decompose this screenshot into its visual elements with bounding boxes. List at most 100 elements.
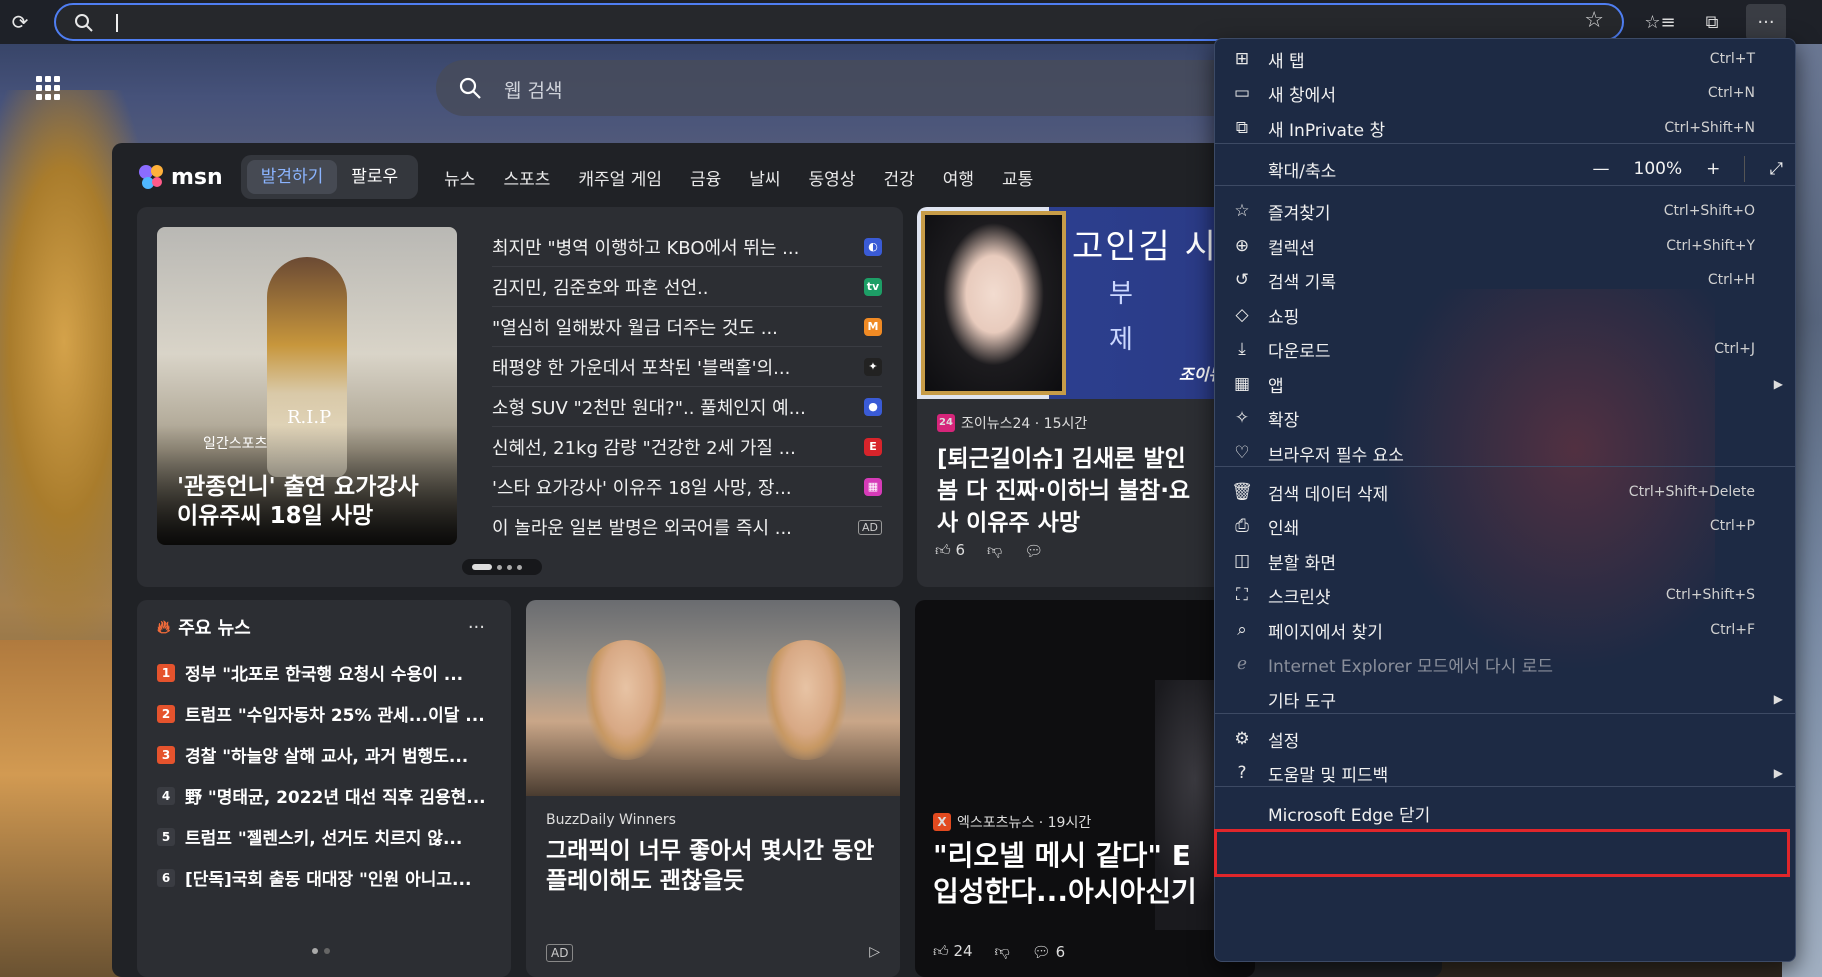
menu-item-15[interactable]: ⛶ 스크린샷 Ctrl+Shift+S <box>1215 575 1795 615</box>
comment-icon[interactable]: 💬︎ 6 <box>1032 943 1065 961</box>
split-screen-icon: ◫ <box>1233 551 1251 571</box>
like-icon[interactable]: 👍︎ 24 <box>933 942 973 961</box>
publisher-logo-icon: ▦ <box>864 477 882 496</box>
fullscreen-icon[interactable]: ⤢ <box>1769 159 1783 179</box>
menu-item-1[interactable]: ▭ 새 창에서 Ctrl+N <box>1215 73 1795 113</box>
hero-caption[interactable]: '관종언니' 출연 요가강사 이유주씨 18일 사망 <box>177 473 447 531</box>
history-icon: ↺ <box>1234 270 1250 290</box>
top-news-item[interactable]: 4 野 "명태균, 2022년 대선 직후 김용현... <box>157 775 497 816</box>
pagination-dots[interactable] <box>312 948 330 954</box>
nav-travel[interactable]: 여행 <box>943 165 974 190</box>
menu-item-10[interactable]: ✧ 확장 <box>1215 398 1795 438</box>
favorites-icon[interactable]: ☆≡ <box>1640 4 1680 40</box>
menu-item-11[interactable]: ♡ 브라우저 필수 요소 <box>1215 433 1795 473</box>
menu-item-13[interactable]: ⎙ 인쇄 Ctrl+P <box>1215 506 1795 546</box>
top-news-item[interactable]: 1 정부 "北포로 한국행 요청시 수용이 ... <box>157 652 497 693</box>
image-sub-text: 부제 <box>1109 279 1133 355</box>
menu-shortcut: Ctrl+J <box>1714 341 1755 357</box>
publisher-logo-icon: ✦ <box>864 357 882 376</box>
card-source: X 엑스포츠뉴스 · 19시간 <box>933 812 1091 832</box>
reactions: 👍︎ 24 👎︎ 💬︎ 6 <box>933 942 1065 961</box>
comment-icon[interactable]: 💬︎ <box>1024 542 1043 560</box>
refresh-icon[interactable]: ⟳ <box>8 10 32 34</box>
nav-sports[interactable]: 스포츠 <box>503 165 550 190</box>
top-news-item[interactable]: 6 [단독]국회 출동 대대장 "인원 아니고... <box>157 857 497 898</box>
headline-item[interactable]: 소형 SUV "2천만 원대?".. 풀체인지 예... ● <box>492 387 882 427</box>
top-news-text: 野 "명태균, 2022년 대선 직후 김용현... <box>185 788 486 808</box>
menu-item-4[interactable]: ☆ 즐겨찾기 Ctrl+Shift+O <box>1215 191 1795 231</box>
web-search-box[interactable]: 웹 검색 <box>436 60 1336 116</box>
msn-logo[interactable]: msn <box>137 162 223 192</box>
ad-badge: AD <box>546 944 574 962</box>
hero-card: R.I.P 일간스포츠 '관종언니' 출연 요가강사 이유주씨 18일 사망 최… <box>137 207 903 587</box>
msn-nav: msn 발견하기 팔로우 뉴스 스포츠 캐주얼 게임 금융 날씨 동영상 건강 … <box>137 153 1047 201</box>
menu-shortcut: Ctrl+Shift+S <box>1665 587 1755 603</box>
top-news-item[interactable]: 3 경찰 "하늘양 살해 교사, 과거 범행도... <box>157 734 497 775</box>
headline-item[interactable]: "열심히 일해봤자 월급 더주는 것도 ... M <box>492 307 882 347</box>
headline-item[interactable]: 김지민, 김준호와 파혼 선언.. tv <box>492 267 882 307</box>
nav-finance[interactable]: 금융 <box>690 165 721 190</box>
headline-item[interactable]: 신혜선, 21kg 감량 "건강한 2세 가질 ... E <box>492 427 882 467</box>
top-news-list: 1 정부 "北포로 한국행 요청시 수용이 ... 2 트럼프 "수입자동차 25% … <box>157 652 497 898</box>
nav-health[interactable]: 건강 <box>883 165 914 190</box>
top-news-card: 🔥︎ 주요 뉴스 ... 1 정부 "北포로 한국행 요청시 수용이 ... 2 트럼… <box>137 600 511 977</box>
zoom-controls: — 100% + ⤢ <box>1593 156 1783 182</box>
tab-discover[interactable]: 발견하기 <box>246 160 338 194</box>
menu-item-20[interactable]: ? 도움말 및 피드백 ▶ <box>1215 753 1795 793</box>
card-title[interactable]: [퇴근길이슈] 김새론 발인 봄 다 진짜·이하늬 불참·요 사 이유주 사망 <box>937 443 1247 539</box>
top-news-item[interactable]: 5 트럼프 "젤렌스키, 선거도 치르지 않... <box>157 816 497 857</box>
top-news-text: 트럼프 "수입자동차 25% 관세...이달 ... <box>185 706 485 726</box>
more-options-icon[interactable]: ... <box>468 612 485 633</box>
nav-news[interactable]: 뉴스 <box>444 165 475 190</box>
print-icon: ⎙ <box>1235 516 1249 536</box>
hero-image[interactable]: R.I.P 일간스포츠 '관종언니' 출연 요가강사 이유주씨 18일 사망 <box>157 227 457 545</box>
menu-item-18[interactable]: 기타 도구 ▶ <box>1215 679 1795 719</box>
nav-weather[interactable]: 날씨 <box>749 165 780 190</box>
nav-video[interactable]: 동영상 <box>809 165 856 190</box>
menu-item-8[interactable]: ⤓ 다운로드 Ctrl+J <box>1215 329 1795 369</box>
nav-casual-games[interactable]: 캐주얼 게임 <box>578 165 662 190</box>
rank-badge: 4 <box>157 786 175 805</box>
like-icon[interactable]: 👍︎ 6 <box>935 541 965 560</box>
menu-item-label: 검색 기록 <box>1268 272 1336 293</box>
ad-card[interactable]: BuzzDaily Winners 그래픽이 너무 좋아서 몇시간 동안 플레이… <box>526 600 900 977</box>
menu-item-6[interactable]: ↺ 검색 기록 Ctrl+H <box>1215 260 1795 300</box>
menu-item-2[interactable]: ⧉ 새 InPrivate 창 Ctrl+Shift+N <box>1215 108 1795 148</box>
ad-choices-icon[interactable]: ▷ <box>869 944 880 960</box>
more-icon[interactable]: ··· <box>1746 4 1786 40</box>
collections-icon[interactable]: ⧉ <box>1692 4 1732 40</box>
address-bar[interactable]: ☆ <box>54 3 1624 41</box>
menu-shortcut: Ctrl+H <box>1707 272 1755 288</box>
menu-item-label: 확대/축소 <box>1268 161 1337 182</box>
card-title[interactable]: "리오넬 메시 같다" E 입성한다...아시아신기 <box>933 838 1253 910</box>
headline-text: 소형 SUV "2천만 원대?".. 풀체인지 예... <box>492 397 806 419</box>
dislike-icon[interactable]: 👎︎ <box>987 541 1002 560</box>
menu-item-21[interactable]: Microsoft Edge 닫기 <box>1215 793 1795 833</box>
menu-item-label: 쇼핑 <box>1268 307 1300 328</box>
headline-item[interactable]: 이 놀라운 일본 발명은 외국어를 즉시 ... AD <box>492 507 882 547</box>
menu-item-3[interactable]: 확대/축소 — 100% + ⤢ <box>1215 149 1795 189</box>
news-card-image: 고인김 시 부제 조이뉴 <box>917 207 1247 399</box>
favorite-star-icon[interactable]: ☆ <box>1584 8 1604 33</box>
publisher-logo-icon: ● <box>864 397 882 416</box>
headline-item[interactable]: 태평양 한 가운데서 포착된 '블랙홀'의... ✦ <box>492 347 882 387</box>
zoom-in-button[interactable]: + <box>1706 159 1720 179</box>
news-card-xportsnews[interactable]: X 엑스포츠뉴스 · 19시간 "리오넬 메시 같다" E 입성한다...아시아신… <box>915 600 1255 977</box>
nav-traffic[interactable]: 교통 <box>1002 165 1033 190</box>
headline-item[interactable]: 최지만 "병역 이행하고 KBO에서 뛰는 ... ◐ <box>492 227 882 267</box>
menu-shortcut: Ctrl+T <box>1709 51 1755 67</box>
submenu-arrow-icon: ▶ <box>1773 766 1783 780</box>
tab-follow[interactable]: 팔로우 <box>337 160 412 194</box>
carousel-indicator[interactable] <box>462 559 542 575</box>
top-news-item[interactable]: 2 트럼프 "수입자동차 25% 관세...이달 ... <box>157 693 497 734</box>
news-card-joynews[interactable]: 고인김 시 부제 조이뉴 24 조이뉴스24 · 15시간 [퇴근길이슈] 김새… <box>917 207 1247 587</box>
inprivate-icon: ⧉ <box>1235 118 1249 138</box>
menu-item-label: 검색 데이터 삭제 <box>1268 484 1389 505</box>
zoom-out-button[interactable]: — <box>1593 159 1610 179</box>
apps-launcher-icon[interactable] <box>36 76 60 100</box>
ad-title[interactable]: 그래픽이 너무 좋아서 몇시간 동안 플레이해도 괜찮을듯 <box>546 836 886 896</box>
dislike-icon[interactable]: 👎︎ <box>995 942 1010 961</box>
screenshot-icon: ⛶ <box>1236 585 1248 605</box>
headline-text: "열심히 일해봤자 월급 더주는 것도 ... <box>492 317 778 339</box>
headline-item[interactable]: '스타 요가강사' 이유주 18일 사망, 장... ▦ <box>492 467 882 507</box>
